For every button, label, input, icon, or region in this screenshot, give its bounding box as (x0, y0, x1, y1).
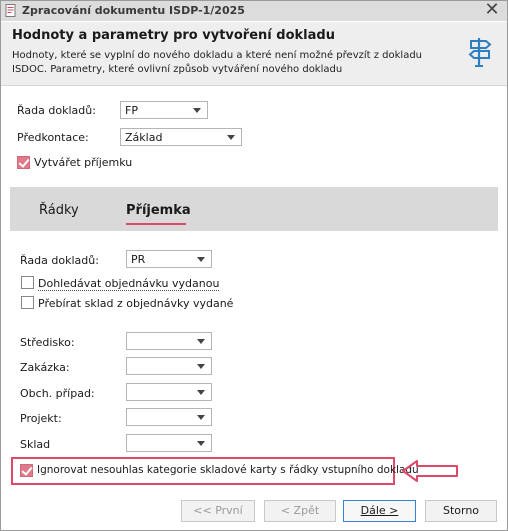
document-icon (5, 4, 16, 17)
chevron-down-icon (197, 390, 205, 395)
prebirat-sklad-checkbox[interactable] (21, 296, 34, 309)
sklad-label: Sklad (20, 438, 51, 451)
prijemka-rada-label: Řada dokladů: (20, 254, 99, 267)
dialog-window: Zpracování dokumentu ISDP-1/2025 ✕ Hodno… (0, 0, 508, 531)
next-button-label: Dále > (360, 504, 399, 517)
predkontace-select[interactable]: Základ (120, 128, 242, 146)
chevron-down-icon (197, 441, 205, 446)
chevron-down-icon (197, 339, 205, 344)
header-description: Hodnoty, které se vyplní do nového dokla… (12, 50, 423, 75)
header-title: Hodnoty a parametry pro vytvoření doklad… (12, 28, 335, 43)
window-title: Zpracování dokumentu ISDP-1/2025 (22, 4, 245, 17)
cancel-button[interactable]: Storno (425, 500, 497, 522)
tab-prijemka[interactable]: Příjemka (126, 203, 191, 218)
active-tab-indicator (126, 223, 186, 225)
dohledavat-objednavku-checkbox[interactable] (21, 276, 34, 289)
prebirat-sklad-label: Přebírat sklad z objednávky vydané (38, 297, 234, 310)
back-button[interactable]: < Zpět (264, 500, 336, 522)
obch-pripad-label: Obch. případ: (20, 387, 95, 400)
sklad-select[interactable] (126, 434, 212, 452)
first-button[interactable]: << První (181, 500, 255, 522)
rada-dokladu-label: Řada dokladů: (17, 104, 96, 117)
chevron-down-icon (197, 257, 205, 262)
projekt-label: Projekt: (20, 412, 62, 425)
chevron-down-icon (193, 108, 201, 113)
vytvaret-prijemku-checkbox[interactable] (17, 156, 30, 169)
arrow-left-icon (402, 460, 458, 482)
chevron-down-icon (227, 135, 235, 140)
stredisko-label: Středisko: (20, 336, 75, 349)
signpost-icon (468, 38, 492, 67)
chevron-down-icon (197, 364, 205, 369)
rada-dokladu-select[interactable]: FP (120, 101, 208, 119)
zakazka-label: Zakázka: (20, 361, 70, 374)
dialog-header: Hodnoty a parametry pro vytvoření doklad… (1, 22, 507, 86)
ignorovat-nesouhlas-label: Ignorovat nesouhlas kategorie skladové k… (37, 464, 419, 476)
close-icon[interactable]: ✕ (483, 1, 501, 19)
vytvaret-prijemku-label: Vytvářet příjemku (34, 156, 133, 169)
zakazka-select[interactable] (126, 357, 212, 375)
prijemka-rada-value: PR (131, 253, 146, 266)
stredisko-select[interactable] (126, 332, 212, 350)
rada-dokladu-value: FP (125, 104, 138, 117)
chevron-down-icon (197, 415, 205, 420)
projekt-select[interactable] (126, 408, 212, 426)
prijemka-rada-select[interactable]: PR (126, 250, 212, 268)
ignorovat-nesouhlas-checkbox[interactable] (20, 464, 33, 477)
tab-radky[interactable]: Řádky (39, 203, 79, 218)
predkontace-value: Základ (125, 131, 163, 144)
next-button[interactable]: Dále > (343, 500, 416, 522)
dohledavat-objednavku-label: Dohledávat objednávku vydanou (38, 277, 220, 291)
predkontace-label: Předkontace: (17, 131, 89, 144)
obch-pripad-select[interactable] (126, 383, 212, 401)
tab-bar: Řádky Příjemka (10, 187, 498, 231)
title-bar[interactable]: Zpracování dokumentu ISDP-1/2025 ✕ (1, 1, 507, 21)
